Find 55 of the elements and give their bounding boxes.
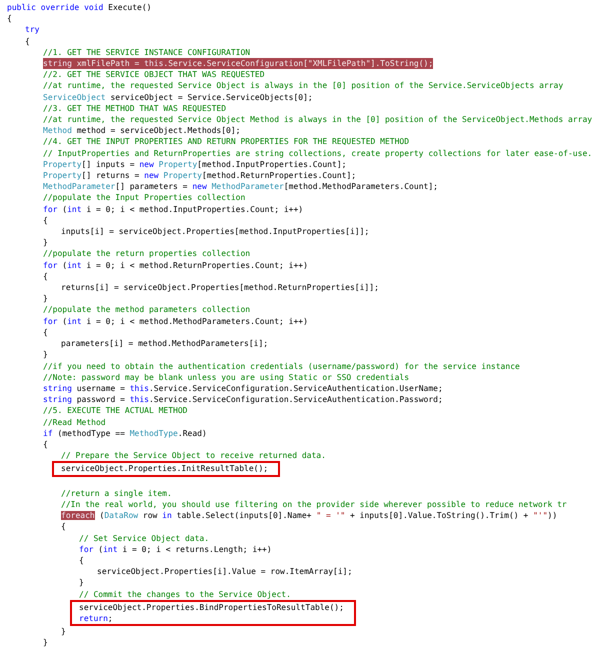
code-line: ServiceObject serviceObject = Service.ServiceObjects[0]; bbox=[43, 92, 313, 103]
code-line: try bbox=[25, 24, 40, 36]
code-line: parameters[i] = method.MethodParameters[i]; bbox=[61, 338, 268, 350]
code-line: MethodParameter[] parameters = new MethodParameter[method.MethodParameters.Count]; bbox=[43, 181, 438, 192]
code-line: for (int i = 0; i < method.ReturnProperties.Count; i++) bbox=[43, 260, 308, 271]
code-line: // Set Service Object data. bbox=[79, 532, 210, 544]
code-line: //4. GET THE INPUT PROPERTIES AND RETURN PROPERTIES FOR THE REQUESTED METHOD bbox=[43, 136, 410, 148]
code-line: return; bbox=[79, 612, 113, 624]
code-line: // Commit the changes to the Service Object. bbox=[79, 588, 291, 600]
code-line: { bbox=[61, 521, 66, 533]
code-line: // Prepare the Service Object to receive returned data. bbox=[61, 450, 326, 462]
code-line: } bbox=[43, 237, 48, 248]
code-line: { bbox=[7, 13, 12, 24]
code-line: //populate the Input Properties collection bbox=[43, 192, 246, 204]
code-line: returns[i] = serviceObject.Properties[method.ReturnProperties[i]]; bbox=[61, 282, 379, 294]
code-line: // InputProperties and ReturnProperties are string collections, create property collections for later ease-of-use. bbox=[43, 148, 592, 159]
code-line: //In the real world, you should use filtering on the provider side wherever possible to reduce network tr bbox=[61, 498, 567, 510]
code-line: //populate the method parameters collection bbox=[43, 304, 250, 316]
code-line: } bbox=[79, 577, 84, 589]
code-line: { bbox=[25, 36, 30, 47]
code-line: Property[] inputs = new Property[method.InputProperties.Count]; bbox=[43, 158, 346, 170]
code-line: //1. GET THE SERVICE INSTANCE CONFIGURATION bbox=[43, 46, 250, 58]
code-line: if (methodType == MethodType.Read) bbox=[43, 428, 207, 439]
code-line: } bbox=[43, 349, 48, 360]
code-line: string username = this.Service.ServiceConfiguration.ServiceAuthentication.UserName; bbox=[43, 382, 443, 394]
code-line: //2. GET THE SERVICE OBJECT THAT WAS REQUESTED bbox=[43, 69, 265, 80]
code-line: for (int i = 0; i < method.InputProperties.Count; i++) bbox=[43, 204, 304, 215]
code-line: serviceObject.Properties.BindPropertiesToResultTable(); bbox=[79, 602, 344, 613]
code-line: { bbox=[43, 214, 48, 226]
code-line: for (int i = 0; i < returns.Length; i++) bbox=[79, 544, 272, 555]
code-line: serviceObject.Properties.InitResultTable(); bbox=[61, 463, 268, 475]
code-line: public override void Execute() bbox=[7, 2, 152, 14]
code-line: serviceObject.Properties[i].Value = row.ItemArray[i]; bbox=[97, 566, 352, 578]
code-line: { bbox=[43, 326, 48, 338]
code-line: { bbox=[43, 270, 48, 282]
code-line: for (int i = 0; i < method.MethodParameters.Count; i++) bbox=[43, 316, 308, 327]
code-line: } bbox=[43, 637, 48, 649]
code-line: //Read Method bbox=[43, 416, 106, 428]
code-line: //Note: password may be blank unless you are using Static or SSO credentials bbox=[43, 372, 410, 383]
code-line: } bbox=[61, 626, 66, 638]
code-line: { bbox=[43, 438, 48, 450]
code-line: inputs[i] = serviceObject.Properties[method.InputProperties[i]]; bbox=[61, 226, 370, 238]
code-line: foreach (DataRow row in table.Select(inputs[0].Name+ " = '" + inputs[0].Value.ToString().Trim() + "'")) bbox=[61, 510, 558, 522]
code-line: //return a single item. bbox=[61, 488, 172, 499]
code-line: //3. GET THE METHOD THAT WAS REQUESTED bbox=[43, 102, 226, 114]
code-line: { bbox=[79, 554, 84, 566]
code-line: //if you need to obtain the authentication credentials (username/password) for the service instance bbox=[43, 360, 520, 372]
code-line: Property[] returns = new Property[method.ReturnProperties.Count]; bbox=[43, 170, 356, 182]
code-line: //at runtime, the requested Service Object is always in the [0] position of the Service.ServiceObjects array bbox=[43, 80, 564, 92]
code-line: //5. EXECUTE THE ACTUAL METHOD bbox=[43, 405, 188, 417]
code-line: //populate the return properties collection bbox=[43, 248, 250, 260]
code-line: string password = this.Service.ServiceConfiguration.ServiceAuthentication.Password; bbox=[43, 394, 443, 406]
code-line: //at runtime, the requested Service Object Method is always in the [0] position of the ServiceObject.Methods array bbox=[43, 114, 592, 126]
code-line: Method method = serviceObject.Methods[0]; bbox=[43, 125, 240, 136]
code-line: } bbox=[43, 293, 48, 304]
